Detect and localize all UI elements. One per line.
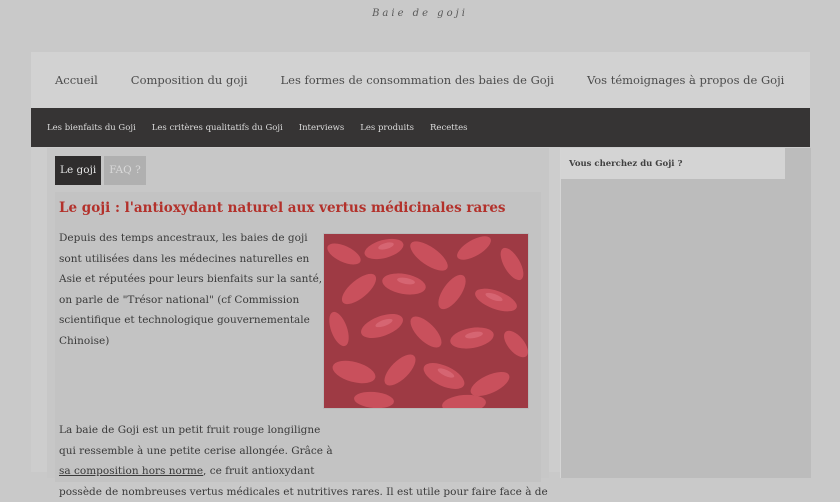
paragraph-line-with-link: sa composition hors norme, ce fruit anti…	[59, 461, 539, 482]
paragraph-text: , ce fruit antioxydant	[203, 465, 315, 478]
article-paragraph-1: Depuis des temps ancestraux, les baies d…	[59, 228, 323, 352]
nav-formes-consommation[interactable]: Les formes de consommation des baies de …	[281, 73, 554, 87]
article: Le goji : l'antioxydant naturel aux vert…	[55, 192, 548, 498]
paragraph-line: scientifique et technologique gouverneme…	[59, 314, 310, 327]
secondary-navigation: Les bienfaits du Goji Les critères quali…	[31, 108, 810, 147]
sidebar: Vous cherchez du Goji ?	[560, 148, 811, 478]
sidebar-widget: Vous cherchez du Goji ?	[561, 148, 785, 179]
subnav-criteres[interactable]: Les critères qualitatifs du Goji	[152, 123, 283, 133]
content-tabs: Le goji FAQ ?	[55, 156, 149, 185]
subnav-produits[interactable]: Les produits	[360, 123, 414, 133]
paragraph-line: possède de nombreuses vertus médicales e…	[59, 485, 548, 498]
subnav-bienfaits[interactable]: Les bienfaits du Goji	[47, 123, 136, 133]
subnav-recettes[interactable]: Recettes	[430, 123, 467, 133]
nav-accueil[interactable]: Accueil	[55, 73, 98, 87]
article-title: Le goji : l'antioxydant naturel aux vert…	[59, 200, 506, 216]
tab-le-goji[interactable]: Le goji	[55, 156, 102, 185]
top-navigation: Accueil Composition du goji Les formes d…	[31, 52, 810, 109]
goji-berries-photo	[323, 233, 529, 409]
paragraph-line: sont utilisées dans les médecines nature…	[59, 252, 310, 265]
paragraph-line: on parle de "Trésor national" (cf Commis…	[59, 293, 300, 306]
tab-faq[interactable]: FAQ ?	[104, 156, 146, 185]
main-content: Le goji FAQ ? Le goji : l'antioxydant na…	[47, 148, 549, 498]
paragraph-line: La baie de Goji est un petit fruit rouge…	[59, 424, 321, 436]
composition-link[interactable]: sa composition hors norme	[59, 465, 203, 477]
nav-temoignages[interactable]: Vos témoignages à propos de Goji	[587, 73, 784, 87]
paragraph-line: Asie et réputées pour leurs bienfaits su…	[59, 273, 323, 286]
site-tagline: Baie de goji	[372, 8, 468, 19]
paragraph-line: qui ressemble à une petite cerise allong…	[59, 444, 333, 457]
paragraph-line: Depuis des temps ancestraux, les baies d…	[59, 232, 308, 244]
subnav-interviews[interactable]: Interviews	[299, 123, 345, 133]
article-paragraph-2: La baie de Goji est un petit fruit rouge…	[59, 420, 548, 502]
page-container: Accueil Composition du goji Les formes d…	[31, 52, 811, 498]
sidebar-heading: Vous cherchez du Goji ?	[569, 159, 683, 169]
nav-composition[interactable]: Composition du goji	[131, 73, 248, 87]
paragraph-line: Chinoise)	[59, 334, 110, 347]
